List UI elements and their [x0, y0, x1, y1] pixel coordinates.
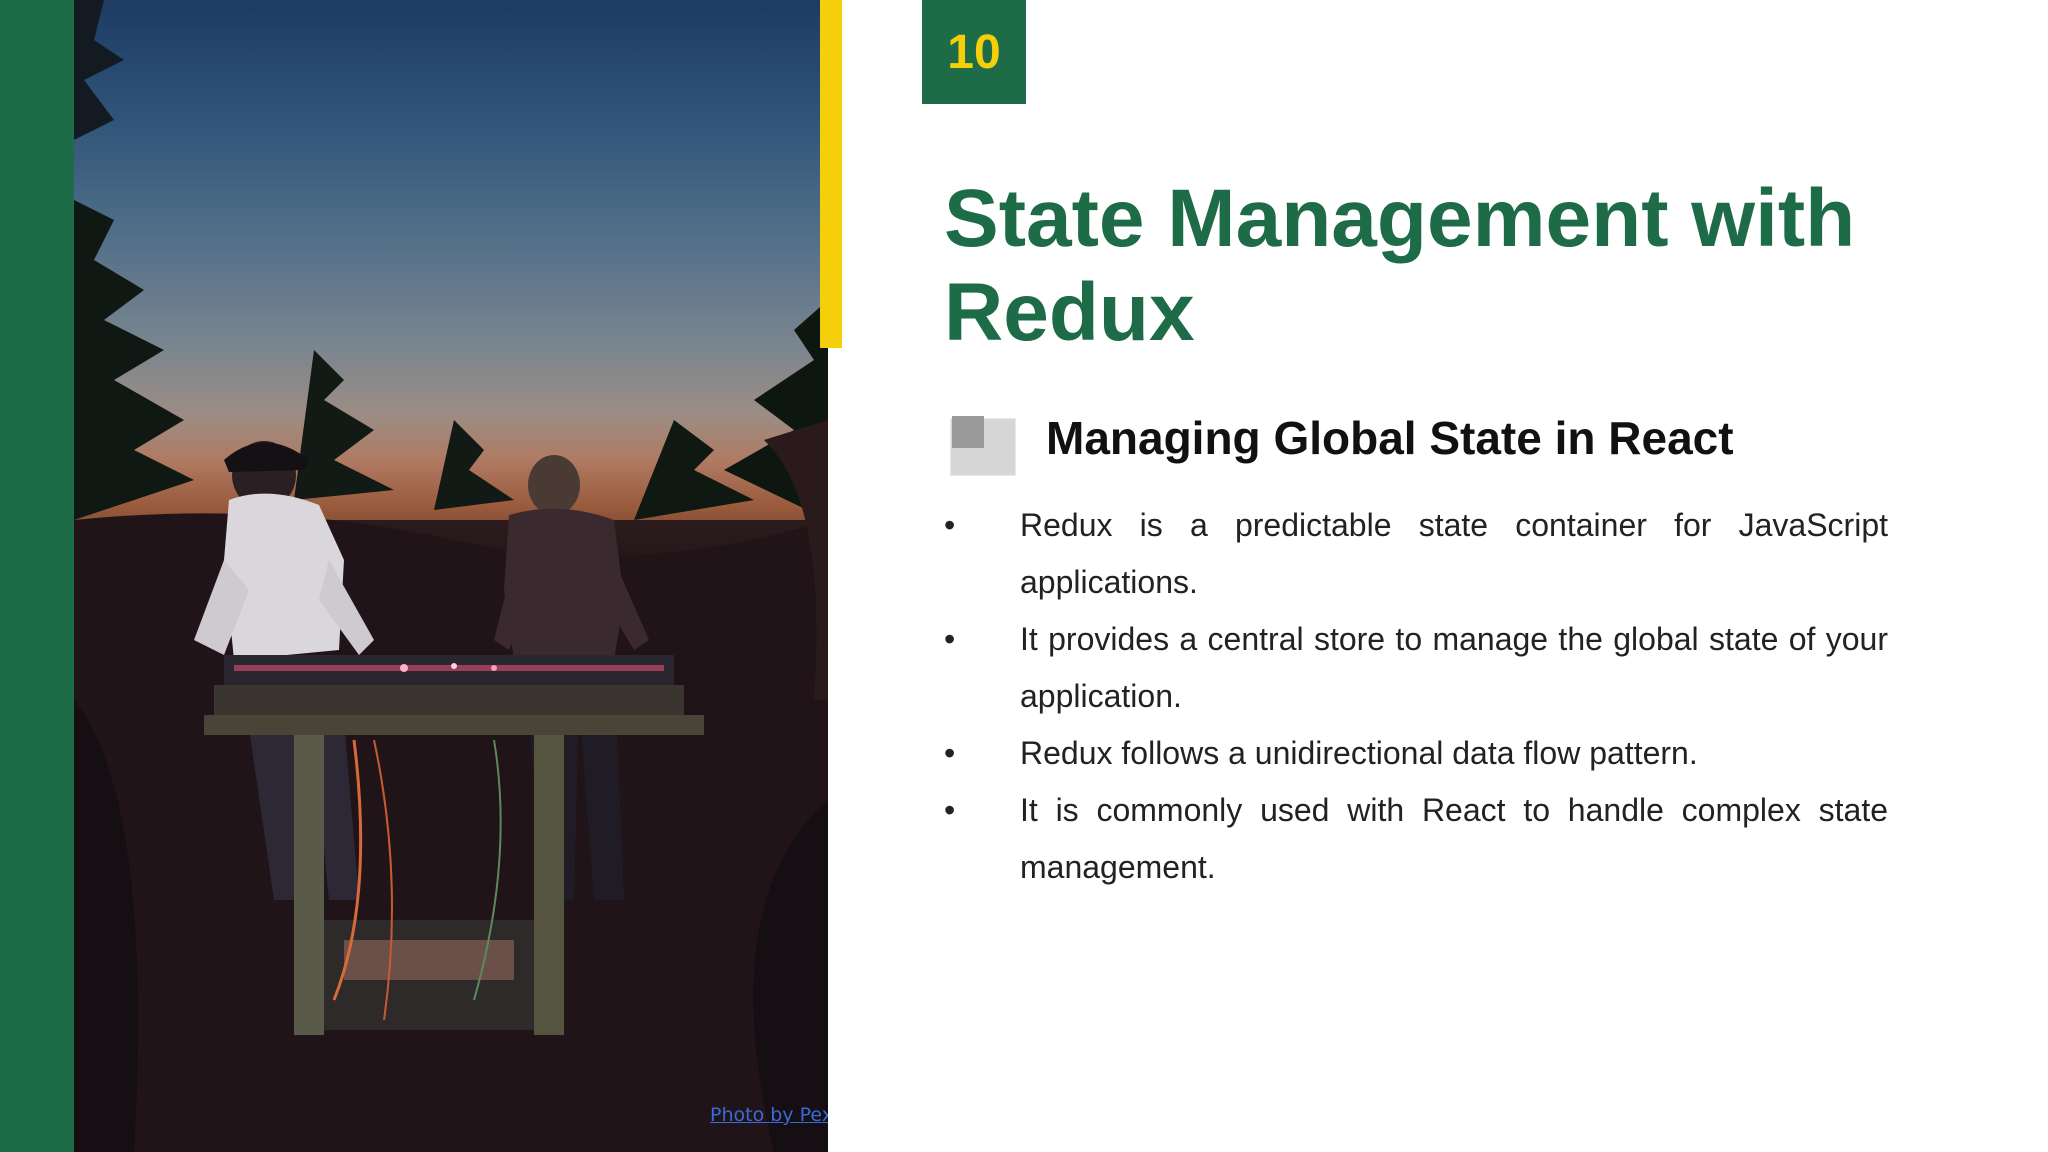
bullet-icon: • — [944, 507, 956, 543]
slide-title: State Management with Redux — [944, 173, 1856, 358]
bullet-icon: • — [944, 735, 956, 771]
left-green-strip — [0, 0, 74, 1152]
photo-credit-link[interactable]: Photo by Pexels — [710, 1104, 828, 1126]
bullet-icon: • — [944, 621, 956, 657]
list-item: • Redux follows a unidirectional data flo… — [944, 725, 1888, 782]
bullet-text: It provides a central store to manage th… — [1020, 621, 1888, 714]
slide-subtitle: Managing Global State in React — [1046, 412, 1734, 464]
slide: Photo by Pexels 10 State Management with… — [0, 0, 2048, 1152]
slide-number-badge: 10 — [922, 0, 1026, 104]
bullet-icon: • — [944, 792, 956, 828]
hero-photo: Photo by Pexels — [74, 0, 828, 1152]
list-item: • It provides a central store to manage t… — [944, 611, 1888, 725]
list-item: • It is commonly used with React to handl… — [944, 782, 1888, 896]
bullet-text: Redux is a predictable state container f… — [1020, 507, 1888, 600]
bullet-list: • Redux is a predictable state container … — [944, 497, 1888, 896]
bullet-text: It is commonly used with React to handle… — [1020, 792, 1888, 885]
photo-illustration — [74, 0, 828, 1152]
yellow-accent-bar — [820, 0, 842, 348]
list-item: • Redux is a predictable state container … — [944, 497, 1888, 611]
bullet-text: Redux follows a unidirectional data flow… — [1020, 735, 1698, 771]
image-placeholder-icon — [950, 414, 1016, 476]
